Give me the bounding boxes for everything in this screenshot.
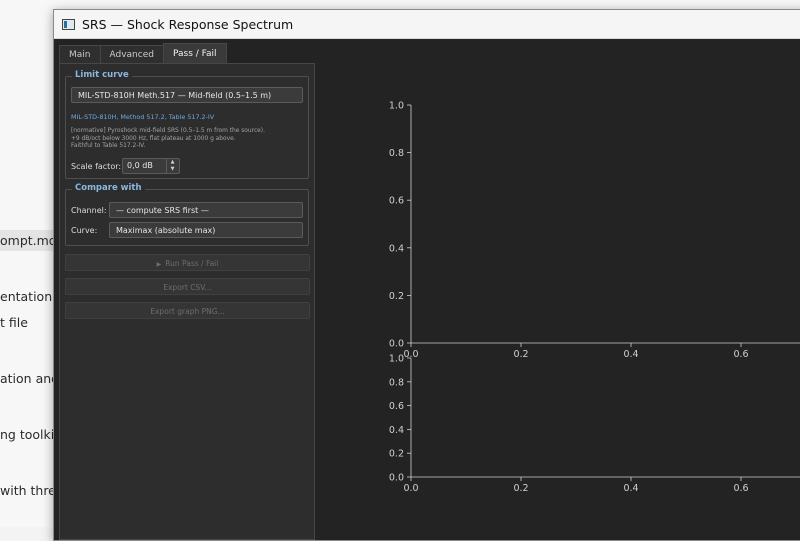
bg-text-line: ation and	[0, 371, 60, 386]
bg-text-line: with thre	[0, 483, 56, 498]
compare-with-group: Compare with Channel: — compute SRS firs…	[65, 183, 309, 246]
y-tick-label: 0.0	[389, 339, 404, 350]
standard-reference: MIL-STD-810H, Method 517.2, Table 517.2-…	[71, 113, 215, 121]
scale-factor-value: 0,0 dB	[127, 161, 153, 170]
app-window-icon	[62, 18, 75, 30]
y-tick-label: 0.8	[389, 377, 404, 388]
scale-factor-label: Scale factor:	[71, 162, 122, 171]
y-tick-label: 0.0	[389, 473, 404, 484]
title-bar[interactable]: SRS — Shock Response Spectrum	[54, 10, 800, 39]
export-csv-button[interactable]: Export CSV...	[65, 278, 310, 295]
y-tick-label: 0.4	[389, 425, 404, 436]
limit-curve-title: Limit curve	[72, 70, 132, 80]
x-tick-label: 0.4	[623, 349, 638, 360]
limit-curve-group: Limit curve MIL-STD-810H Meth.517 — Mid-…	[65, 70, 309, 179]
chevron-up-icon[interactable]: ▲	[167, 159, 178, 166]
y-tick-label: 0.2	[389, 449, 404, 460]
export-png-button[interactable]: Export graph PNG...	[65, 302, 310, 319]
y-tick-label: 1.0	[389, 101, 404, 112]
tab-main[interactable]: Main	[59, 45, 101, 64]
window-title: SRS — Shock Response Spectrum	[82, 16, 294, 32]
y-tick-label: 1.0	[389, 354, 404, 365]
y-tick-label: 0.4	[389, 243, 404, 254]
window-client: Main Advanced Pass / Fail Limit curve MI…	[54, 39, 800, 540]
bg-text-line: ng toolkit	[0, 427, 60, 442]
control-panel: Main Advanced Pass / Fail Limit curve MI…	[58, 39, 318, 540]
compare-with-title: Compare with	[72, 183, 145, 193]
description-line: +9 dB/oct below 3000 Hz, flat plateau at…	[71, 135, 236, 142]
y-tick-label: 0.6	[389, 196, 404, 207]
tab-bar: Main Advanced Pass / Fail	[59, 43, 227, 64]
srs-window: SRS — Shock Response Spectrum Main Advan…	[53, 9, 800, 541]
tab-advanced[interactable]: Advanced	[99, 45, 164, 64]
spinbox-arrows: ▲ ▼	[166, 159, 179, 173]
bg-text-line: entation	[0, 289, 53, 304]
chevron-down-icon[interactable]: ▼	[167, 166, 178, 173]
x-tick-label: 0.6	[733, 349, 748, 360]
x-tick-label: 0.2	[513, 349, 528, 360]
y-tick-label: 0.2	[389, 291, 404, 302]
y-tick-label: 0.8	[389, 148, 404, 159]
bg-text-line: t file	[0, 315, 28, 330]
description-line: Faithful to Table 517.2-IV.	[71, 143, 146, 150]
x-tick-label: 0.6	[733, 483, 748, 494]
run-pass-fail-button[interactable]: ▶ Run Pass / Fail	[65, 254, 310, 271]
curve-select[interactable]: Maximax (absolute max)	[109, 222, 303, 238]
limit-curve-select[interactable]: MIL-STD-810H Meth.517 — Mid-field (0.5–1…	[71, 87, 303, 103]
x-tick-label: 0.0	[403, 483, 418, 494]
pass-fail-page: Limit curve MIL-STD-810H Meth.517 — Mid-…	[59, 63, 315, 540]
scale-factor-spinbox[interactable]: 0,0 dB ▲ ▼	[122, 158, 180, 174]
channel-label: Channel:	[71, 206, 107, 215]
x-tick-label: 0.4	[623, 483, 638, 494]
run-pass-fail-label: Run Pass / Fail	[165, 259, 219, 268]
tab-pass-fail[interactable]: Pass / Fail	[162, 43, 227, 64]
description-line: [normative] Pyroshock mid-field SRS (0.5…	[71, 128, 265, 134]
play-icon: ▶	[156, 261, 162, 268]
limit-curve-description: [normative] Pyroshock mid-field SRS (0.5…	[71, 128, 265, 151]
curve-label: Curve:	[71, 226, 98, 235]
srs-plots: 0.0 0.2 0.4 0.6 0.8 1.0 0.0 0.2 0.4 0.6 0.0 0.2 0.4 0…	[389, 101, 800, 494]
x-tick-label: 0.2	[513, 483, 528, 494]
y-tick-label: 0.6	[389, 401, 404, 412]
channel-select[interactable]: — compute SRS first —	[109, 202, 303, 218]
plot-area: 0.0 0.2 0.4 0.6 0.8 1.0 0.0 0.2 0.4 0.6 0.0 0.2 0.4 0…	[324, 39, 800, 540]
